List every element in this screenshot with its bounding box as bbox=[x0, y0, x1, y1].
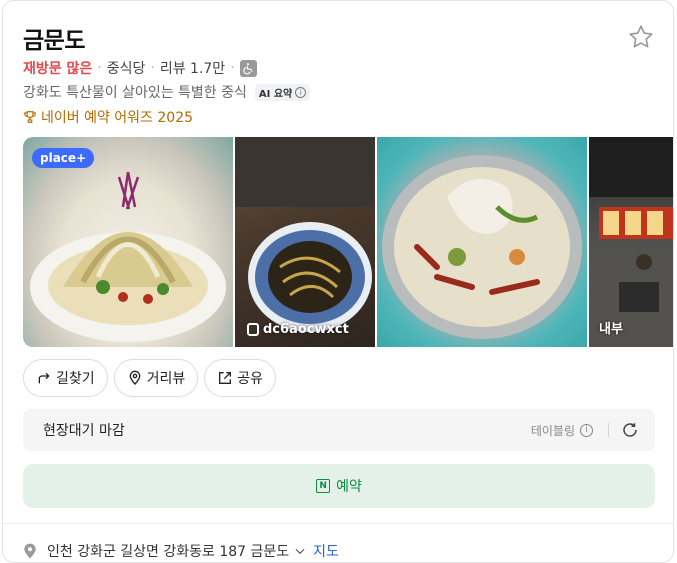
waiting-status-bar: 현장대기 마감 테이블링 i bbox=[23, 409, 655, 451]
action-buttons: 길찾기 거리뷰 공유 bbox=[23, 359, 277, 397]
share-button[interactable]: 공유 bbox=[204, 359, 277, 397]
photo-uploader: dc6aocwxct bbox=[247, 322, 349, 337]
place-description-row: 강화도 특산물이 살아있는 특별한 중식 AI 요약 i bbox=[23, 82, 311, 102]
wheelchair-icon bbox=[239, 59, 257, 77]
place-card: 금문도 재방문 많은 · 중식당 · 리뷰 1.7만 · 강화도 특산물이 살아… bbox=[2, 0, 674, 563]
street-view-label: 거리뷰 bbox=[146, 371, 186, 387]
address-row: 인천 강화군 길상면 강화동로 187 금문도 지도 bbox=[23, 541, 339, 561]
photo-gallery[interactable]: place+ dc6aocwxct 내부 bbox=[23, 137, 673, 347]
ai-summary-label: AI 요약 bbox=[258, 88, 293, 100]
dish-noodles-image bbox=[235, 137, 375, 332]
info-icon: i bbox=[295, 86, 307, 98]
trophy-icon bbox=[24, 111, 36, 123]
directions-label: 길찾기 bbox=[56, 371, 95, 387]
interior-label: 내부 bbox=[599, 322, 623, 337]
section-divider bbox=[3, 523, 673, 524]
address-text[interactable]: 인천 강화군 길상면 강화동로 187 금문도 bbox=[47, 541, 289, 561]
tabling-label: 테이블링 bbox=[530, 423, 575, 438]
interior-image bbox=[589, 137, 673, 347]
uploader-name: dc6aocwxct bbox=[263, 322, 349, 337]
location-pin-icon bbox=[129, 370, 140, 385]
chevron-down-icon[interactable] bbox=[293, 544, 307, 558]
directions-button[interactable]: 길찾기 bbox=[23, 359, 108, 397]
place-description: 강화도 특산물이 살아있는 특별한 중식 bbox=[23, 85, 247, 101]
info-icon: i bbox=[580, 423, 593, 437]
tabling-provider[interactable]: 테이블링 i bbox=[531, 422, 593, 439]
dish-salad-image bbox=[30, 171, 226, 342]
ai-summary-badge[interactable]: AI 요약 i bbox=[254, 83, 311, 101]
photo-dish-salad[interactable]: place+ bbox=[23, 137, 233, 347]
meta-separator: · bbox=[97, 60, 102, 76]
meta-separator: · bbox=[230, 60, 235, 76]
map-link[interactable]: 지도 bbox=[313, 541, 339, 561]
photo-interior[interactable]: 내부 bbox=[589, 137, 673, 347]
divider bbox=[608, 423, 609, 437]
refresh-icon[interactable] bbox=[621, 421, 639, 439]
naver-calendar-icon: N bbox=[316, 479, 331, 493]
share-icon bbox=[219, 372, 232, 384]
place-title: 금문도 bbox=[23, 28, 85, 54]
street-view-button[interactable]: 거리뷰 bbox=[113, 359, 199, 397]
revisit-highlight: 재방문 많은 bbox=[23, 61, 93, 77]
map-pin-icon bbox=[24, 543, 36, 559]
meta-separator: · bbox=[150, 60, 155, 76]
place-meta: 재방문 많은 · 중식당 · 리뷰 1.7만 · bbox=[23, 58, 257, 78]
reserve-label: 예약 bbox=[336, 479, 362, 495]
category-label: 중식당 bbox=[106, 61, 146, 77]
waiting-status: 현장대기 마감 bbox=[43, 423, 125, 439]
user-icon bbox=[247, 323, 259, 336]
star-icon[interactable] bbox=[627, 23, 655, 51]
photo-dish-noodles[interactable]: dc6aocwxct bbox=[235, 137, 375, 347]
place-plus-badge: place+ bbox=[32, 148, 95, 168]
award-label: 네이버 예약 어워즈 2025 bbox=[41, 110, 194, 126]
share-label: 공유 bbox=[237, 371, 264, 387]
directions-icon bbox=[38, 372, 50, 384]
photo-dish-soup[interactable] bbox=[377, 137, 587, 347]
award-row[interactable]: 네이버 예약 어워즈 2025 bbox=[23, 107, 193, 127]
reserve-button[interactable]: N 예약 bbox=[23, 464, 655, 508]
review-count[interactable]: 리뷰 1.7만 bbox=[160, 58, 225, 78]
dish-soup-image bbox=[382, 155, 582, 339]
